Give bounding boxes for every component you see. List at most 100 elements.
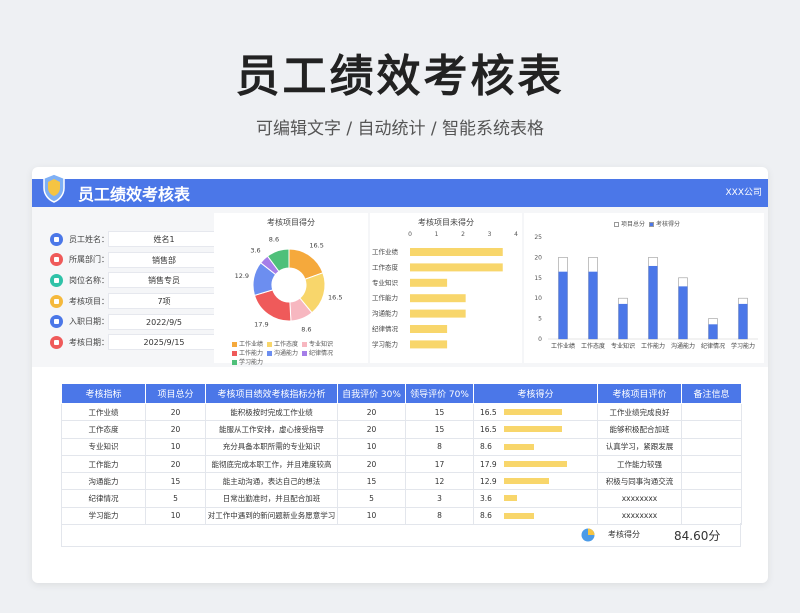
score-value: 16.5: [480, 424, 497, 434]
analysis-cell[interactable]: 日常出勤准时，并且配合加班: [205, 489, 338, 508]
evaluation-cell[interactable]: 工作能力较强: [597, 454, 682, 474]
remark-cell[interactable]: [681, 437, 742, 456]
analysis-cell[interactable]: 能服从工作安排，虚心接受指导: [205, 420, 338, 439]
score-cell[interactable]: 12.9: [473, 472, 598, 491]
analysis-cell[interactable]: 能主动沟通，表达自己的想法: [205, 472, 338, 491]
remark-cell[interactable]: [681, 506, 742, 526]
score-value: 3.6: [480, 494, 492, 504]
self-eval-cell[interactable]: 10: [337, 506, 406, 526]
self-eval-cell[interactable]: 15: [337, 472, 406, 491]
score-cell[interactable]: 17.9: [473, 454, 598, 474]
remark-cell[interactable]: [681, 454, 742, 474]
score-cell[interactable]: 8.6: [473, 506, 598, 526]
analysis-cell[interactable]: 对工作中遇到的新问题新业务愿意学习: [205, 506, 338, 526]
analysis-cell[interactable]: 能积极按时完成工作业绩: [205, 402, 338, 422]
total-cell[interactable]: 10: [145, 437, 206, 456]
total-cell[interactable]: 20: [145, 402, 206, 422]
x-tick-label: 0: [408, 231, 412, 238]
legend-label: 工作态度: [274, 341, 299, 348]
indicator-cell[interactable]: 专业知识: [61, 437, 146, 456]
employee-name-field[interactable]: 姓名1: [108, 231, 220, 248]
leader-eval-cell[interactable]: 15: [405, 420, 474, 439]
info-row-items: 考核项目： 7项: [50, 291, 220, 312]
leader-eval-cell[interactable]: 15: [405, 402, 474, 422]
total-cell[interactable]: 10: [145, 506, 206, 526]
category-label: 工作能力: [641, 342, 665, 350]
review-date-field[interactable]: 2025/9/15: [108, 334, 220, 351]
evaluation-cell[interactable]: xxxxxxxx: [597, 506, 682, 526]
evaluation-cell[interactable]: 能够积极配合加班: [597, 420, 682, 439]
indicator-cell[interactable]: 工作能力: [61, 454, 146, 474]
department-field[interactable]: 销售部: [108, 251, 220, 268]
evaluation-cell[interactable]: 认真学习，紧跟发展: [597, 437, 682, 456]
self-eval-cell[interactable]: 20: [337, 402, 406, 422]
remark-cell[interactable]: [681, 402, 742, 422]
score-cell[interactable]: 3.6: [473, 489, 598, 508]
slice-label: 16.5: [309, 242, 323, 250]
leader-eval-cell[interactable]: 12: [405, 472, 474, 491]
hbar-svg: 0 1 2 3 4 工作业绩工作态度专业知识工作能力沟通能力纪律情况学习能力: [372, 231, 518, 349]
pie-score-icon: [581, 528, 595, 542]
remark-cell[interactable]: [681, 420, 742, 439]
remark-cell[interactable]: [681, 489, 742, 508]
evaluation-cell[interactable]: xxxxxxxx: [597, 489, 682, 508]
table-row: 学习能力 10 对工作中遇到的新问题新业务愿意学习 10 8 8.6 xxxxxxxx: [61, 506, 742, 526]
assessment-items-field[interactable]: 7项: [108, 293, 220, 310]
shield-logo-icon: [43, 173, 65, 203]
legend-label: 工作业绩: [239, 341, 264, 348]
score-databar: [504, 443, 535, 450]
position-field[interactable]: 销售专员: [108, 272, 220, 289]
indicator-cell[interactable]: 沟通能力: [61, 472, 146, 491]
indicator-cell[interactable]: 工作业绩: [61, 402, 146, 422]
x-tick-label: 4: [514, 231, 518, 238]
score-cell[interactable]: 16.5: [473, 402, 598, 422]
legend-label: 项目总分: [621, 221, 646, 228]
hbar: [410, 263, 503, 272]
legend-item: 专业知识: [302, 339, 333, 348]
score-value: 8.6: [480, 442, 492, 452]
leader-eval-cell[interactable]: 8: [405, 506, 474, 526]
indicator-cell[interactable]: 学习能力: [61, 506, 146, 526]
score-value: 16.5: [480, 407, 497, 417]
score-cell[interactable]: 16.5: [473, 420, 598, 439]
analysis-cell[interactable]: 能彻底完成本职工作，并且难度较高: [205, 454, 338, 474]
info-label: 所属部门：: [69, 255, 109, 265]
evaluation-cell[interactable]: 积极与同事沟通交流: [597, 472, 682, 491]
hire-date-field[interactable]: 2022/9/5: [108, 313, 220, 330]
x-tick-label: 2: [461, 231, 465, 238]
self-eval-cell[interactable]: 20: [337, 420, 406, 439]
evaluation-cell[interactable]: 工作业绩完成良好: [597, 402, 682, 422]
y-tick-label: 10: [534, 295, 542, 302]
table-header-row: 考核指标 项目总分 考核项目绩效考核指标分析 自我评价 30% 领导评价 70%…: [61, 383, 742, 404]
leader-eval-cell[interactable]: 3: [405, 489, 474, 508]
category-label: 纪律情况: [372, 324, 399, 333]
score-cell[interactable]: 8.6: [473, 437, 598, 456]
indicator-cell[interactable]: 纪律情况: [61, 489, 146, 508]
score-bar: [678, 286, 688, 339]
hbar: [410, 309, 466, 318]
self-eval-cell[interactable]: 20: [337, 454, 406, 474]
category-label: 工作能力: [372, 293, 398, 302]
score-bar: [558, 271, 568, 339]
total-cell[interactable]: 15: [145, 472, 206, 491]
total-cell[interactable]: 20: [145, 454, 206, 474]
donut-legend: 工作业绩 工作态度 专业知识工作能力 沟通能力 纪律情况学习能力: [232, 339, 362, 366]
y-tick-label: 15: [534, 275, 542, 282]
total-cell[interactable]: 20: [145, 420, 206, 439]
column-header: 领导评价 70%: [405, 383, 474, 404]
remark-cell[interactable]: [681, 472, 742, 491]
legend-label: 沟通能力: [274, 350, 299, 357]
total-cell[interactable]: 5: [145, 489, 206, 508]
leader-eval-cell[interactable]: 8: [405, 437, 474, 456]
indicator-cell[interactable]: 工作态度: [61, 420, 146, 439]
category-label: 专业知识: [372, 278, 399, 287]
score-donut-chart: 考核项目得分 16.5 16.5 8.6 17.9 12.9 3.6 8.6 工作业绩 工作态…: [214, 213, 368, 366]
leader-eval-cell[interactable]: 17: [405, 454, 474, 474]
table-row: 工作态度 20 能服从工作安排，虚心接受指导 20 15 16.5 能够积极配合加班: [61, 420, 742, 439]
y-tick-label: 5: [538, 316, 542, 323]
analysis-cell[interactable]: 充分具备本职所需的专业知识: [205, 437, 338, 456]
sheet-title: 员工绩效考核表: [78, 185, 191, 204]
legend-label: 学习能力: [239, 359, 264, 366]
self-eval-cell[interactable]: 5: [337, 489, 406, 508]
self-eval-cell[interactable]: 10: [337, 437, 406, 456]
